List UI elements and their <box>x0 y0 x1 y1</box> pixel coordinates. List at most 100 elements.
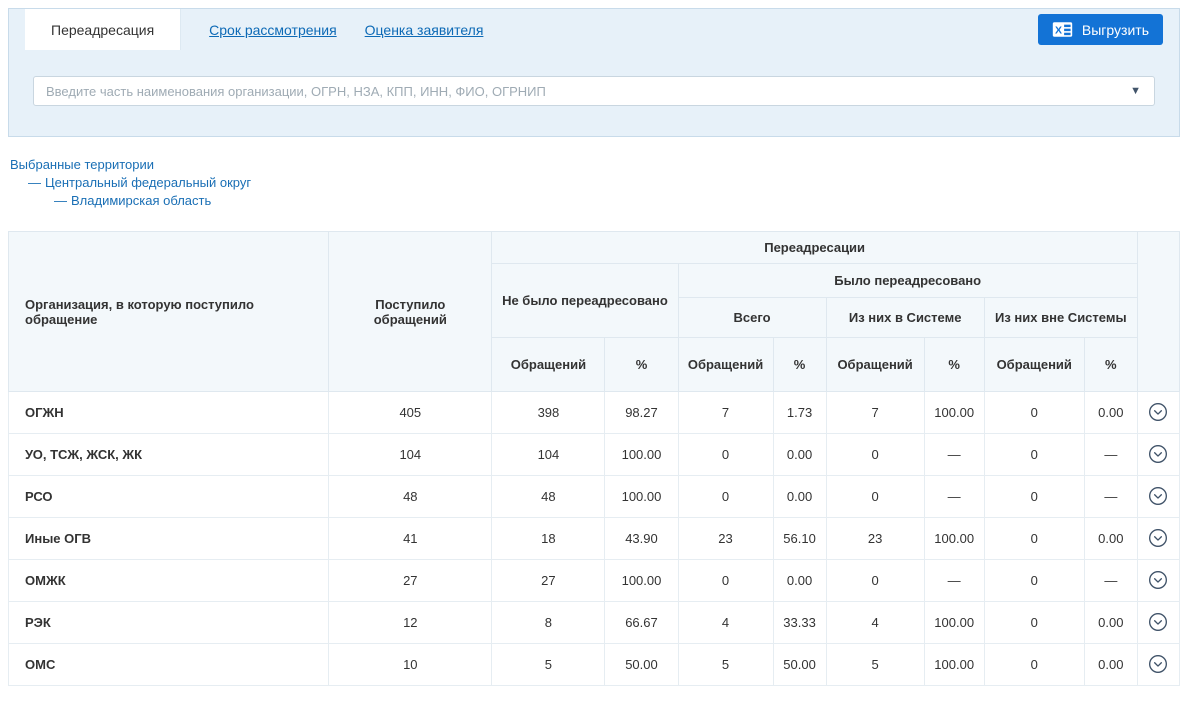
expand-row-button[interactable] <box>1146 442 1170 466</box>
tab-ocenka-zayavitelya[interactable]: Оценка заявителя <box>365 22 484 38</box>
territory-item-region[interactable]: — Владимирская область <box>54 192 1180 210</box>
outside-system-appeals-cell: 0 <box>984 476 1084 518</box>
tree-dash: — <box>28 175 41 190</box>
total-appeals-cell: 23 <box>678 518 773 560</box>
col-header-percent: % <box>605 338 678 392</box>
not-redirected-appeals-cell: 18 <box>492 518 605 560</box>
excel-icon: X <box>1052 21 1073 38</box>
filter-panel: Переадресация Срок рассмотрения Оценка з… <box>8 8 1180 137</box>
in-system-percent-cell: 100.00 <box>924 644 984 686</box>
org-cell: ОМС <box>9 644 329 686</box>
svg-text:X: X <box>1055 25 1062 37</box>
chevron-down-circle-icon <box>1148 486 1168 506</box>
col-header-in-system: Из них в Системе <box>826 298 984 338</box>
in-system-appeals-cell: 23 <box>826 518 924 560</box>
redirections-table: Организация, в которую поступило обращен… <box>8 231 1180 686</box>
in-system-appeals-cell: 0 <box>826 476 924 518</box>
not-redirected-appeals-cell: 27 <box>492 560 605 602</box>
total-percent-cell: 0.00 <box>773 434 826 476</box>
outside-system-appeals-cell: 0 <box>984 644 1084 686</box>
dropdown-caret-icon[interactable]: ▼ <box>1117 85 1154 97</box>
col-header-not-redirected: Не было переадресовано <box>492 264 678 338</box>
table-row: Иные ОГВ 41 18 43.90 23 56.10 23 100.00 … <box>9 518 1180 560</box>
col-header-expand <box>1137 232 1179 392</box>
tab-srok-rassmotreniya[interactable]: Срок рассмотрения <box>209 22 337 38</box>
outside-system-appeals-cell: 0 <box>984 518 1084 560</box>
in-system-percent-cell: 100.00 <box>924 602 984 644</box>
territory-label: Владимирская область <box>71 193 211 208</box>
in-system-appeals-cell: 0 <box>826 434 924 476</box>
total-appeals-cell: 4 <box>678 602 773 644</box>
received-cell: 104 <box>329 434 492 476</box>
table-row: УО, ТСЖ, ЖСК, ЖК 104 104 100.00 0 0.00 0… <box>9 434 1180 476</box>
in-system-percent-cell: — <box>924 476 984 518</box>
in-system-percent-cell: 100.00 <box>924 392 984 434</box>
org-cell: Иные ОГВ <box>9 518 329 560</box>
total-percent-cell: 0.00 <box>773 560 826 602</box>
expand-row-button[interactable] <box>1146 568 1170 592</box>
col-header-percent: % <box>773 338 826 392</box>
expand-row-button[interactable] <box>1146 652 1170 676</box>
table-row: ОГЖН 405 398 98.27 7 1.73 7 100.00 0 0.0… <box>9 392 1180 434</box>
not-redirected-appeals-cell: 104 <box>492 434 605 476</box>
col-header-appeals: Обращений <box>492 338 605 392</box>
outside-system-percent-cell: — <box>1084 560 1137 602</box>
not-redirected-appeals-cell: 48 <box>492 476 605 518</box>
selected-territories: Выбранные территории — Центральный федера… <box>10 156 1180 210</box>
received-cell: 10 <box>329 644 492 686</box>
not-redirected-percent-cell: 50.00 <box>605 644 678 686</box>
outside-system-percent-cell: — <box>1084 476 1137 518</box>
total-percent-cell: 56.10 <box>773 518 826 560</box>
in-system-percent-cell: 100.00 <box>924 518 984 560</box>
outside-system-percent-cell: — <box>1084 434 1137 476</box>
in-system-appeals-cell: 0 <box>826 560 924 602</box>
table-body: ОГЖН 405 398 98.27 7 1.73 7 100.00 0 0.0… <box>9 392 1180 686</box>
expand-row-button[interactable] <box>1146 610 1170 634</box>
received-cell: 27 <box>329 560 492 602</box>
received-cell: 405 <box>329 392 492 434</box>
outside-system-appeals-cell: 0 <box>984 602 1084 644</box>
search-row: ▼ <box>9 50 1179 136</box>
table-row: РСО 48 48 100.00 0 0.00 0 — 0 — <box>9 476 1180 518</box>
outside-system-appeals-cell: 0 <box>984 560 1084 602</box>
not-redirected-appeals-cell: 8 <box>492 602 605 644</box>
expand-row-button[interactable] <box>1146 400 1170 424</box>
expand-row-button[interactable] <box>1146 484 1170 508</box>
tab-bar: Переадресация Срок рассмотрения Оценка з… <box>9 9 1179 50</box>
total-percent-cell: 0.00 <box>773 476 826 518</box>
redirections-table-wrap: Организация, в которую поступило обращен… <box>8 231 1180 686</box>
outside-system-percent-cell: 0.00 <box>1084 644 1137 686</box>
col-header-total: Всего <box>678 298 826 338</box>
organization-search-input[interactable] <box>34 84 1117 99</box>
in-system-percent-cell: — <box>924 560 984 602</box>
territory-item-federal-district[interactable]: — Центральный федеральный округ <box>28 174 1180 192</box>
not-redirected-appeals-cell: 5 <box>492 644 605 686</box>
chevron-down-circle-icon <box>1148 402 1168 422</box>
territories-title-link[interactable]: Выбранные территории <box>10 156 1180 174</box>
chevron-down-circle-icon <box>1148 444 1168 464</box>
tree-dash: — <box>54 193 67 208</box>
expand-row-button[interactable] <box>1146 526 1170 550</box>
export-button[interactable]: X Выгрузить <box>1038 14 1163 45</box>
in-system-percent-cell: — <box>924 434 984 476</box>
outside-system-percent-cell: 0.00 <box>1084 518 1137 560</box>
total-appeals-cell: 7 <box>678 392 773 434</box>
total-percent-cell: 1.73 <box>773 392 826 434</box>
tab-pereadresaciya[interactable]: Переадресация <box>25 9 181 50</box>
col-header-appeals: Обращений <box>984 338 1084 392</box>
col-header-organization: Организация, в которую поступило обращен… <box>9 232 329 392</box>
col-header-outside-system: Из них вне Системы <box>984 298 1137 338</box>
not-redirected-percent-cell: 98.27 <box>605 392 678 434</box>
chevron-down-circle-icon <box>1148 570 1168 590</box>
not-redirected-percent-cell: 43.90 <box>605 518 678 560</box>
table-row: РЭК 12 8 66.67 4 33.33 4 100.00 0 0.00 <box>9 602 1180 644</box>
not-redirected-percent-cell: 66.67 <box>605 602 678 644</box>
org-cell: УО, ТСЖ, ЖСК, ЖК <box>9 434 329 476</box>
territory-label: Центральный федеральный округ <box>45 175 251 190</box>
not-redirected-appeals-cell: 398 <box>492 392 605 434</box>
org-cell: РЭК <box>9 602 329 644</box>
chevron-down-circle-icon <box>1148 612 1168 632</box>
outside-system-appeals-cell: 0 <box>984 392 1084 434</box>
org-cell: ОГЖН <box>9 392 329 434</box>
received-cell: 41 <box>329 518 492 560</box>
